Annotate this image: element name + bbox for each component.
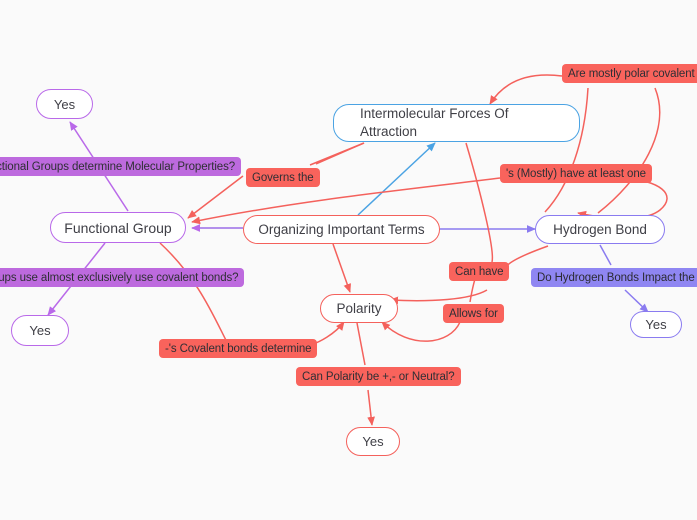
node-yes-covalent-bonds[interactable]: Yes (11, 315, 69, 346)
node-label: Intermolecular Forces Of Attraction (360, 105, 509, 139)
node-label: Organizing Important Terms (258, 222, 425, 237)
edge-label-text: Governs the (252, 171, 314, 184)
edge-label-groups-use-covalent-bonds[interactable]: Do functional groups use almost exclusiv… (0, 268, 245, 287)
node-yes-ph-scale[interactable]: Yes (630, 311, 682, 338)
edge-label-text: Do Hydrogen Bonds Impact the pH sc (537, 271, 697, 284)
edge-label-allows-for[interactable]: Allows for (443, 304, 504, 323)
node-label: Yes (645, 317, 667, 332)
edge-terms-to-intermolecular (357, 142, 436, 216)
edge-allows-for (381, 321, 461, 342)
edge-label-can-polarity-be-neutral[interactable]: Can Polarity be +,- or Neutral? (296, 367, 461, 386)
edge-label-governs-the[interactable]: Governs the (246, 168, 320, 187)
node-label: Yes (362, 434, 384, 449)
node-organizing-important-terms[interactable]: Organizing Important Terms (243, 215, 440, 244)
edge-are-mostly-polar-covalent (489, 74, 563, 105)
edge-hydrogen-bond-to-can-have (505, 245, 549, 271)
mind-map-canvas: Yes Functional Group Yes Intermolecular … (0, 0, 697, 520)
edge-label-text: 's (Mostly) have at least one (506, 167, 646, 180)
edge-label-covalent-bonds-determine[interactable]: -'s Covalent bonds determine (159, 339, 318, 358)
edge-covalent-bonds-determine (159, 242, 344, 349)
node-label: Functional Group (64, 219, 172, 236)
edge-label-text: Allows for (449, 307, 498, 320)
edge-label-text: -'s Covalent bonds determine (165, 342, 312, 355)
node-functional-group[interactable]: Functional Group (50, 212, 186, 243)
edge-terms-to-polarity (332, 243, 351, 293)
node-yes-polarity-neutral[interactable]: Yes (346, 427, 400, 456)
edge-label-can-have[interactable]: Can have (449, 262, 510, 281)
edge-governs-the-upper (315, 142, 365, 165)
edge-label-text: Are mostly polar covalent unde (568, 67, 697, 80)
edge-label-text: Can Polarity be +,- or Neutral? (302, 370, 455, 383)
edge-are-mostly-polar-covalent-down (597, 87, 661, 214)
edge-mostly-have-at-least-one-right (577, 177, 668, 220)
edge-label-do-hydrogen-bonds-impact-ph[interactable]: Do Hydrogen Bonds Impact the pH sc (531, 268, 697, 287)
node-hydrogen-bond[interactable]: Hydrogen Bond (535, 215, 665, 244)
node-label: Polarity (336, 301, 382, 316)
node-label: Yes (29, 323, 51, 338)
node-polarity[interactable]: Polarity (320, 294, 398, 323)
node-yes-functional-properties[interactable]: Yes (36, 89, 93, 119)
edge-label-are-mostly-polar-covalent[interactable]: Are mostly polar covalent unde (562, 64, 697, 83)
node-intermolecular-forces[interactable]: Intermolecular Forces Of Attraction (333, 104, 580, 142)
edge-label-functional-groups-determine-molecular-properties[interactable]: Do Functional Groups determine Molecular… (0, 157, 242, 176)
edge-label-mostly-have-at-least-one[interactable]: 's (Mostly) have at least one (500, 164, 652, 183)
edge-label-text: Can have (455, 265, 504, 278)
node-label: Hydrogen Bond (553, 222, 647, 237)
edge-label-text: Do functional groups use almost exclusiv… (0, 271, 239, 284)
edge-label-text: Do Functional Groups determine Molecular… (0, 160, 236, 173)
node-label: Yes (53, 96, 76, 112)
